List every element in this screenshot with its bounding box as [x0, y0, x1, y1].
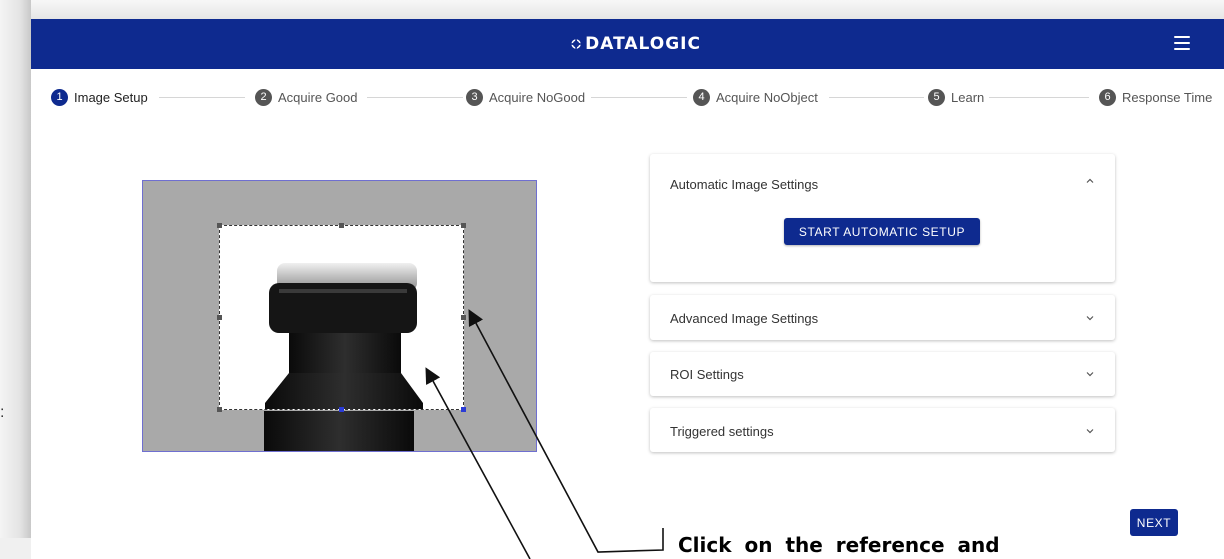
step-label: Image Setup	[74, 89, 148, 105]
roi-handle[interactable]	[461, 315, 466, 320]
step-learn[interactable]: 5 Learn	[928, 87, 984, 107]
step-image-setup[interactable]: 1 Image Setup	[51, 87, 148, 107]
roi-handle[interactable]	[461, 407, 466, 412]
window-bottom-shadow	[0, 538, 31, 559]
datalogic-logo-icon	[571, 39, 581, 49]
roi-settings-panel[interactable]: ROI Settings	[650, 352, 1115, 396]
step-number: 2	[255, 88, 272, 106]
step-label: Response Time	[1122, 89, 1213, 105]
step-connector	[159, 97, 245, 98]
step-connector	[591, 97, 687, 98]
annotation-callout-text: Click on the reference and	[678, 533, 1000, 557]
roi-handle[interactable]	[217, 407, 222, 412]
wizard-stepper: 1 Image Setup 2 Acquire Good 3 Acquire N…	[31, 87, 1224, 107]
step-response-time[interactable]: 6 Response Time	[1099, 87, 1212, 107]
roi-handle[interactable]	[339, 407, 344, 412]
app-page: DATALOGIC 1 Image Setup 2 Acquire Good 3…	[31, 19, 1224, 559]
step-connector	[989, 97, 1089, 98]
step-number: 4	[693, 88, 710, 106]
roi-handle[interactable]	[217, 315, 222, 320]
step-connector	[829, 97, 924, 98]
top-app-bar: DATALOGIC	[31, 19, 1224, 69]
panel-title: Triggered settings	[670, 424, 774, 439]
step-acquire-nogood[interactable]: 3 Acquire NoGood	[466, 87, 585, 107]
datalogic-logo: DATALOGIC	[571, 33, 701, 55]
bottle-in-roi	[265, 263, 423, 409]
roi-handle[interactable]	[217, 223, 222, 228]
advanced-image-settings-panel[interactable]: Advanced Image Settings	[650, 295, 1115, 340]
step-label: Acquire NoObject	[716, 89, 818, 105]
chevron-down-icon[interactable]	[1085, 426, 1095, 436]
panel-title: Advanced Image Settings	[670, 311, 819, 326]
window-left-shadow	[0, 0, 31, 559]
step-number: 3	[466, 88, 483, 106]
step-connector	[367, 97, 463, 98]
step-acquire-noobject[interactable]: 4 Acquire NoObject	[693, 87, 818, 107]
step-number: 1	[51, 88, 68, 106]
camera-image-panel[interactable]	[142, 180, 537, 452]
roi-handle[interactable]	[461, 223, 466, 228]
next-button[interactable]: NEXT	[1130, 509, 1178, 536]
step-label: Acquire NoGood	[489, 89, 586, 105]
chevron-down-icon[interactable]	[1085, 313, 1095, 323]
panel-title: ROI Settings	[670, 367, 744, 382]
roi-selection[interactable]	[219, 225, 464, 410]
chevron-up-icon[interactable]	[1085, 176, 1095, 186]
logo-text: DATALOGIC	[585, 34, 701, 54]
triggered-settings-panel[interactable]: Triggered settings	[650, 408, 1115, 452]
start-automatic-setup-button[interactable]: START AUTOMATIC SETUP	[784, 218, 980, 245]
step-label: Acquire Good	[278, 89, 358, 105]
automatic-image-settings-panel: Automatic Image Settings START AUTOMATIC…	[650, 154, 1115, 282]
step-label: Learn	[951, 89, 985, 105]
step-acquire-good[interactable]: 2 Acquire Good	[255, 87, 358, 107]
hamburger-menu-icon[interactable]	[1174, 36, 1190, 50]
roi-handle[interactable]	[339, 223, 344, 228]
step-number: 5	[928, 88, 945, 106]
side-mark: :	[0, 404, 5, 421]
window-top-shadow	[31, 0, 1224, 19]
panel-title[interactable]: Automatic Image Settings	[670, 177, 818, 192]
chevron-down-icon[interactable]	[1085, 369, 1095, 379]
step-number: 6	[1099, 88, 1116, 106]
